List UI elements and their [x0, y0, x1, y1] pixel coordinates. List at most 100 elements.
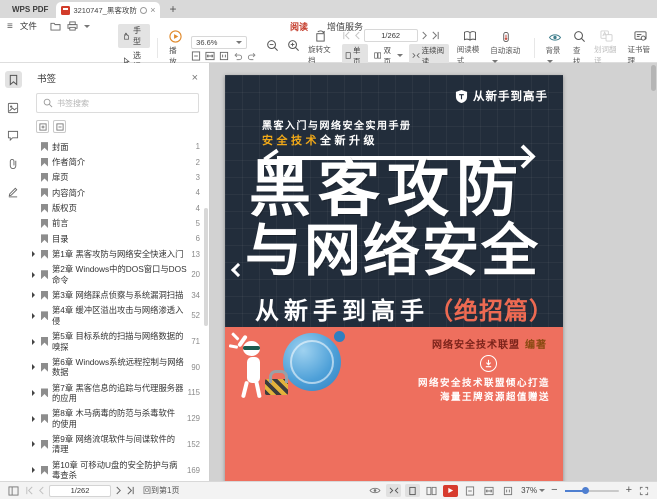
bookmark-item[interactable]: 第5章 目标系统的扫描与网络数据的嗅探71 [26, 329, 209, 355]
eye-protection-button[interactable] [367, 484, 382, 497]
back-to-first-page-button[interactable]: 回到第1页 [143, 485, 179, 496]
autoscroll-label: 自动滚动 [490, 45, 522, 65]
bookmark-item[interactable]: 第7章 黑客信息的追踪与代理服务器的应用115 [26, 380, 209, 406]
actual-size-button[interactable] [500, 484, 515, 497]
hamburger-menu-icon[interactable]: ≡ [7, 21, 13, 32]
bookmark-item[interactable]: 作者简介2 [26, 154, 209, 169]
close-panel-icon[interactable]: × [192, 73, 198, 84]
new-tab-button[interactable]: + [169, 2, 176, 16]
play-button[interactable]: 播放 [165, 30, 186, 67]
sidebar-toggle-button[interactable] [6, 484, 21, 497]
bookmark-item[interactable]: 目录6 [26, 231, 209, 246]
cover-authors-role: 编著 [525, 340, 547, 351]
zoom-level-dropdown[interactable]: 36.6% [191, 36, 247, 49]
open-folder-icon[interactable] [50, 21, 61, 31]
single-page-icon [345, 51, 351, 60]
fit-page-icon[interactable] [191, 51, 201, 61]
pin-tab-icon[interactable] [140, 7, 147, 14]
expand-arrow-icon[interactable] [32, 390, 35, 396]
first-page-icon[interactable] [342, 31, 351, 40]
prev-page-icon[interactable] [354, 31, 361, 40]
certificate-button[interactable]: 证书管理 [623, 30, 657, 66]
undo-icon[interactable] [233, 51, 243, 61]
bookmark-item[interactable]: 第6章 Windows系统远程控制与网络数据90 [26, 354, 209, 380]
close-tab-icon[interactable]: × [150, 6, 155, 15]
next-page-icon[interactable] [115, 486, 122, 495]
attachments-panel-button[interactable] [5, 155, 22, 172]
signature-panel-button[interactable] [5, 183, 22, 200]
fit-width-button[interactable] [481, 484, 496, 497]
bookmark-search[interactable] [36, 93, 199, 113]
thumbnails-panel-button[interactable] [5, 99, 22, 116]
actual-size-icon[interactable] [219, 51, 229, 61]
continuous-read-button[interactable] [386, 484, 401, 497]
expand-arrow-icon[interactable] [32, 272, 35, 278]
panel-scrollbar-thumb[interactable] [204, 208, 208, 326]
bookmark-item[interactable]: 第2章 Windows中的DOS窗口与DOS命令20 [26, 262, 209, 288]
prev-page-icon[interactable] [38, 486, 45, 495]
fullscreen-button[interactable] [636, 484, 651, 497]
bookmark-item[interactable]: 第3章 网络踩点侦察与系统漏洞扫描34 [26, 288, 209, 303]
zoom-in-button[interactable] [283, 39, 304, 52]
statusbar-page-input[interactable] [49, 485, 111, 497]
fit-width-icon[interactable] [205, 51, 215, 61]
autoscroll-button[interactable]: 自动滚动 [486, 31, 526, 65]
expand-arrow-icon[interactable] [32, 292, 35, 298]
cover-badge: 从新手到高手 [455, 88, 548, 104]
expand-arrow-icon[interactable] [32, 339, 35, 345]
last-page-icon[interactable] [126, 486, 135, 495]
expand-arrow-icon[interactable] [32, 251, 35, 257]
chevron-down-icon[interactable] [84, 25, 90, 28]
double-page-button[interactable] [424, 484, 439, 497]
zoom-slider[interactable] [565, 490, 619, 492]
document-tab[interactable]: 3210747_黑客攻防与网络安... × [56, 2, 160, 18]
background-label: 背景 [545, 45, 565, 65]
bookmark-item[interactable]: 第9章 网络流氓软件与间谍软件的清理152 [26, 432, 209, 458]
expand-all-button[interactable] [36, 120, 49, 133]
zoom-slider-knob[interactable] [582, 487, 589, 494]
collapse-all-button[interactable] [53, 120, 66, 133]
expand-arrow-icon[interactable] [32, 416, 35, 422]
hand-tool-button[interactable]: 手型 [118, 24, 150, 48]
first-page-icon[interactable] [25, 486, 34, 495]
bookmark-icon [41, 291, 48, 300]
background-button[interactable]: 背景 [541, 32, 569, 65]
comments-panel-button[interactable] [5, 127, 22, 144]
fit-page-button[interactable] [462, 484, 477, 497]
bookmarks-panel-button[interactable] [5, 71, 22, 88]
document-view[interactable]: 从新手到高手 黑客入门与网络安全实用手册 安全技术全新升级 黑客攻防 与网络安全… [210, 63, 657, 481]
last-page-icon[interactable] [431, 31, 440, 40]
redo-icon[interactable] [247, 51, 257, 61]
bookmark-item[interactable]: 第1章 黑客攻防与网络安全快速入门13 [26, 247, 209, 262]
bookmark-item[interactable]: 第8章 木马病毒的防范与杀毒软件的使用129 [26, 406, 209, 432]
single-page-button[interactable] [405, 484, 420, 497]
next-page-icon[interactable] [421, 31, 428, 40]
read-mode-button[interactable]: 阅读模式 [453, 30, 487, 66]
bookmark-item[interactable]: 版权页4 [26, 200, 209, 215]
cover-title-line2: 与网络安全 [245, 223, 540, 280]
bookmark-item[interactable]: 封面1 [26, 139, 209, 154]
toolbar: 手型 选择 播放 36.6% [0, 34, 657, 63]
page-number-input[interactable] [364, 29, 418, 42]
zoom-in-button[interactable]: + [626, 485, 632, 496]
bookmark-item[interactable]: 扉页3 [26, 170, 209, 185]
bookmark-search-input[interactable] [57, 99, 192, 108]
expand-arrow-icon[interactable] [32, 467, 35, 473]
find-button[interactable]: 查找 [569, 30, 590, 67]
expand-arrow-icon[interactable] [32, 313, 35, 319]
statusbar-zoom-dropdown[interactable]: 37% [521, 486, 545, 495]
file-menu[interactable]: 文件 [20, 20, 37, 32]
expand-arrow-icon[interactable] [32, 364, 35, 370]
slideshow-play-button[interactable] [443, 485, 458, 497]
document-scrollbar-thumb[interactable] [651, 65, 656, 91]
rotate-document-button[interactable]: 旋转文档 [304, 30, 338, 66]
zoom-level-value: 36.6% [196, 38, 217, 47]
bookmark-item[interactable]: 前言5 [26, 216, 209, 231]
expand-arrow-icon[interactable] [32, 441, 35, 447]
bookmark-item[interactable]: 第4章 缓冲区溢出攻击与网络渗透入侵52 [26, 303, 209, 329]
bookmark-item[interactable]: 第10章 可移动U盘的安全防护与病毒查杀169 [26, 457, 209, 481]
zoom-out-button[interactable] [262, 39, 283, 52]
zoom-out-button[interactable]: − [551, 485, 557, 496]
bookmark-item[interactable]: 内容简介4 [26, 185, 209, 200]
print-icon[interactable] [67, 21, 78, 31]
